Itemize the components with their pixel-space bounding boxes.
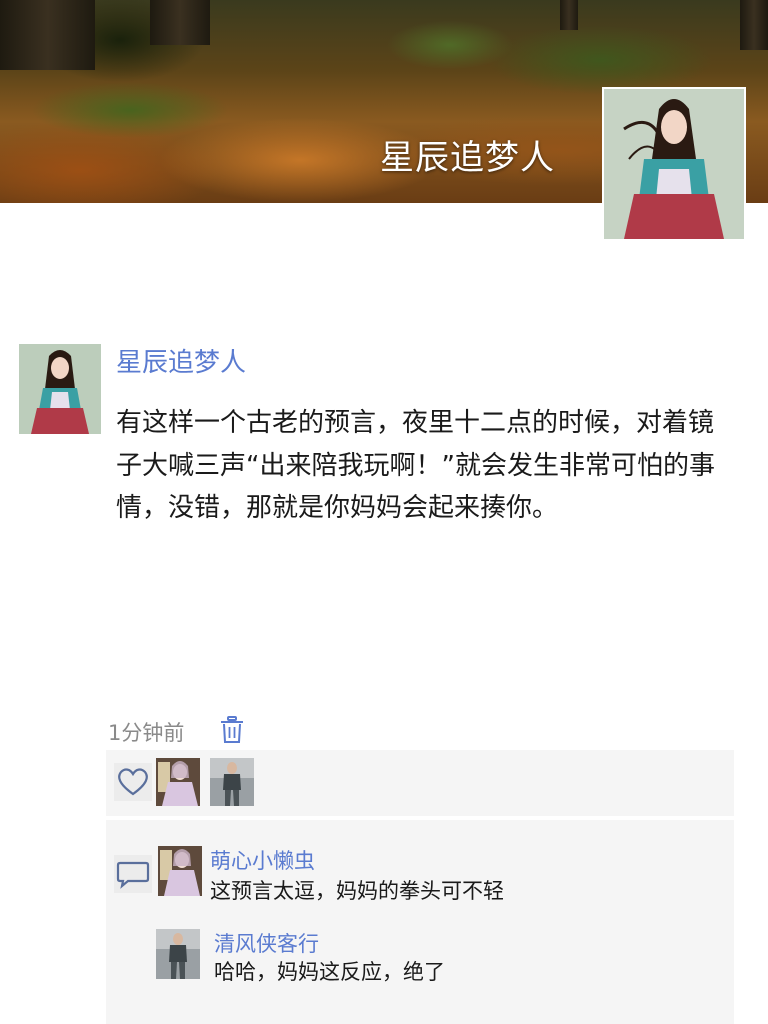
comment-text: 这预言太逗，妈妈的拳头可不轻 bbox=[210, 879, 504, 903]
commenter-avatar[interactable] bbox=[156, 929, 200, 979]
likes-panel bbox=[106, 750, 734, 816]
like-avatar[interactable] bbox=[156, 758, 200, 806]
comment-author[interactable]: 清风侠客行 bbox=[214, 928, 319, 958]
author-name[interactable]: 星辰追梦人 bbox=[116, 342, 246, 379]
post-time: 1分钟前 bbox=[108, 721, 185, 745]
comment-author[interactable]: 萌心小懒虫 bbox=[210, 845, 315, 875]
comment-text: 哈哈，妈妈这反应，绝了 bbox=[214, 960, 445, 984]
trash-icon[interactable] bbox=[220, 716, 244, 744]
post-text: 有这样一个古老的预言，夜里十二点的时候，对着镜子大喊三声“出来陪我玩啊！”就会发… bbox=[116, 408, 715, 523]
commenter-avatar[interactable] bbox=[158, 846, 202, 896]
heart-icon[interactable] bbox=[114, 763, 152, 801]
cover-username: 星辰追梦人 bbox=[380, 138, 555, 178]
comment-icon[interactable] bbox=[114, 855, 152, 893]
like-avatar[interactable] bbox=[210, 758, 254, 806]
profile-avatar[interactable] bbox=[602, 87, 746, 241]
author-avatar[interactable] bbox=[19, 344, 101, 434]
